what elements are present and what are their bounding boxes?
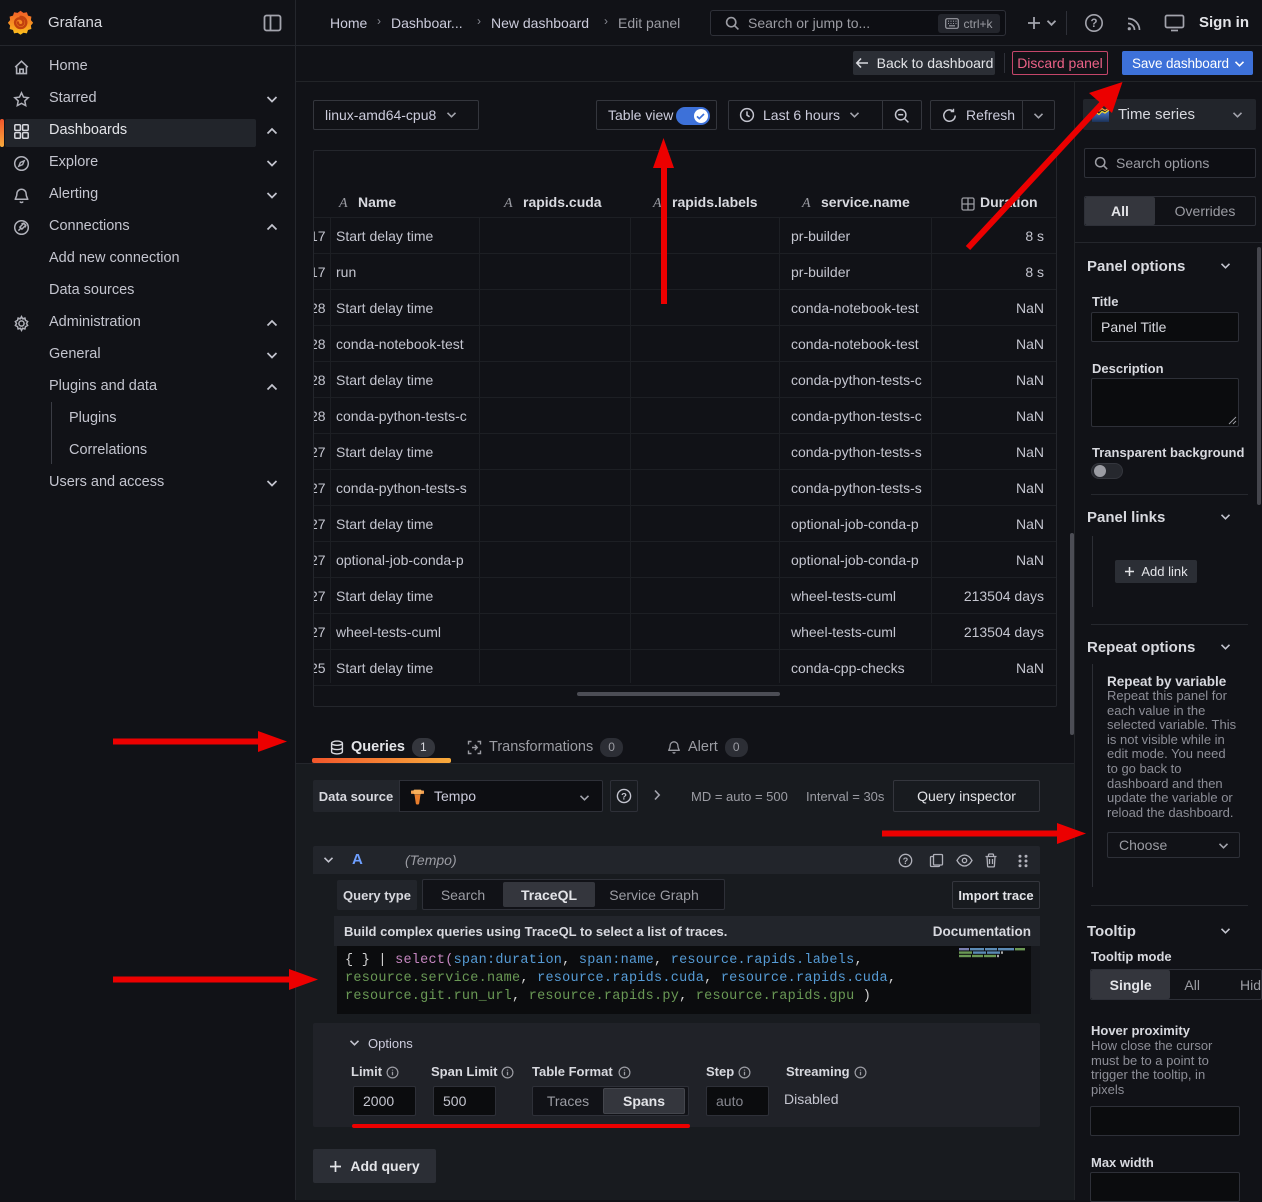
svg-text:?: ? xyxy=(903,856,909,866)
svg-text:?: ? xyxy=(621,791,627,802)
svg-text:?: ? xyxy=(1090,18,1097,30)
